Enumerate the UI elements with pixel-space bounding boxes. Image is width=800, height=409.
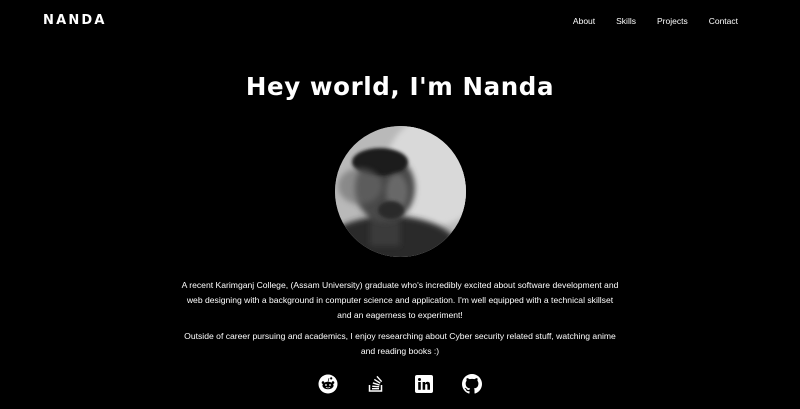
site-logo[interactable]: NANDA (43, 13, 107, 28)
social-links (0, 374, 800, 394)
profile-photo-image (335, 126, 466, 257)
nav-link-projects[interactable]: Projects (657, 16, 688, 26)
page: NANDA About Skills Projects Contact Hey … (0, 0, 800, 409)
stackoverflow-icon (368, 375, 383, 392)
linkedin-icon (415, 375, 433, 393)
nav-link-skills[interactable]: Skills (616, 16, 636, 26)
nav-link-contact[interactable]: Contact (709, 16, 738, 26)
stackoverflow-link[interactable] (366, 374, 386, 394)
reddit-icon (318, 374, 338, 394)
profile-photo (335, 126, 466, 257)
github-icon (462, 374, 482, 394)
linkedin-link[interactable] (414, 374, 434, 394)
nav-link-about[interactable]: About (573, 16, 595, 26)
reddit-link[interactable] (318, 374, 338, 394)
bio-paragraph-2: Outside of career pursuing and academics… (184, 331, 616, 356)
main-nav: About Skills Projects Contact (573, 16, 738, 26)
hero-title: Hey world, I'm Nanda (245, 72, 555, 101)
bio-paragraph-1: A recent Karimganj College, (Assam Unive… (181, 280, 619, 320)
github-link[interactable] (462, 374, 482, 394)
